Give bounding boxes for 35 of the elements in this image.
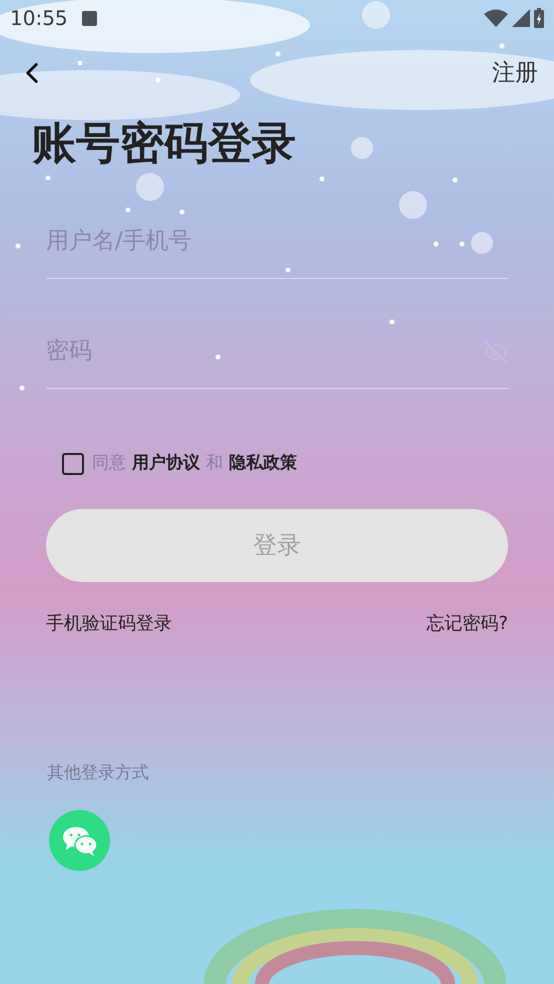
policy-link[interactable]: 隐私政策 — [229, 451, 297, 476]
sparkle — [216, 354, 220, 360]
sparkle — [500, 44, 504, 48]
forgot-password-link[interactable]: 忘记密码? — [426, 610, 508, 636]
bubble — [471, 232, 493, 254]
other-login-label: 其他登录方式 — [47, 762, 150, 784]
sparkle — [434, 242, 438, 246]
agreement-text: 同意 用户协议 和 隐私政策 — [92, 451, 297, 476]
sparkle — [320, 176, 324, 182]
agree-checkbox[interactable] — [62, 452, 84, 475]
sparkle — [20, 386, 24, 390]
sms-login-link[interactable]: 手机验证码登录 — [46, 610, 172, 636]
sparkle — [276, 52, 280, 56]
bubble — [362, 1, 390, 29]
bubble — [136, 173, 164, 201]
chat-bubbles-icon — [62, 826, 98, 856]
sparkle — [452, 178, 458, 182]
sparkle — [286, 268, 290, 272]
sparkle — [16, 244, 20, 248]
bubble — [351, 137, 373, 159]
signal-icon — [512, 9, 530, 27]
sparkle — [46, 176, 50, 180]
wifi-icon — [484, 9, 508, 27]
sparkle — [390, 320, 394, 324]
page-title: 账号密码登录 — [32, 117, 296, 171]
register-link[interactable]: 注册 — [492, 56, 538, 90]
sparkle — [460, 242, 464, 246]
sparkle — [180, 210, 184, 214]
bubble — [399, 191, 427, 219]
sparkle — [78, 60, 82, 66]
status-time: 10:55 — [10, 5, 68, 32]
sparkle — [156, 78, 160, 82]
policy-link[interactable]: 用户协议 — [132, 451, 200, 476]
sparkle — [126, 208, 130, 212]
battery-icon — [534, 8, 544, 28]
